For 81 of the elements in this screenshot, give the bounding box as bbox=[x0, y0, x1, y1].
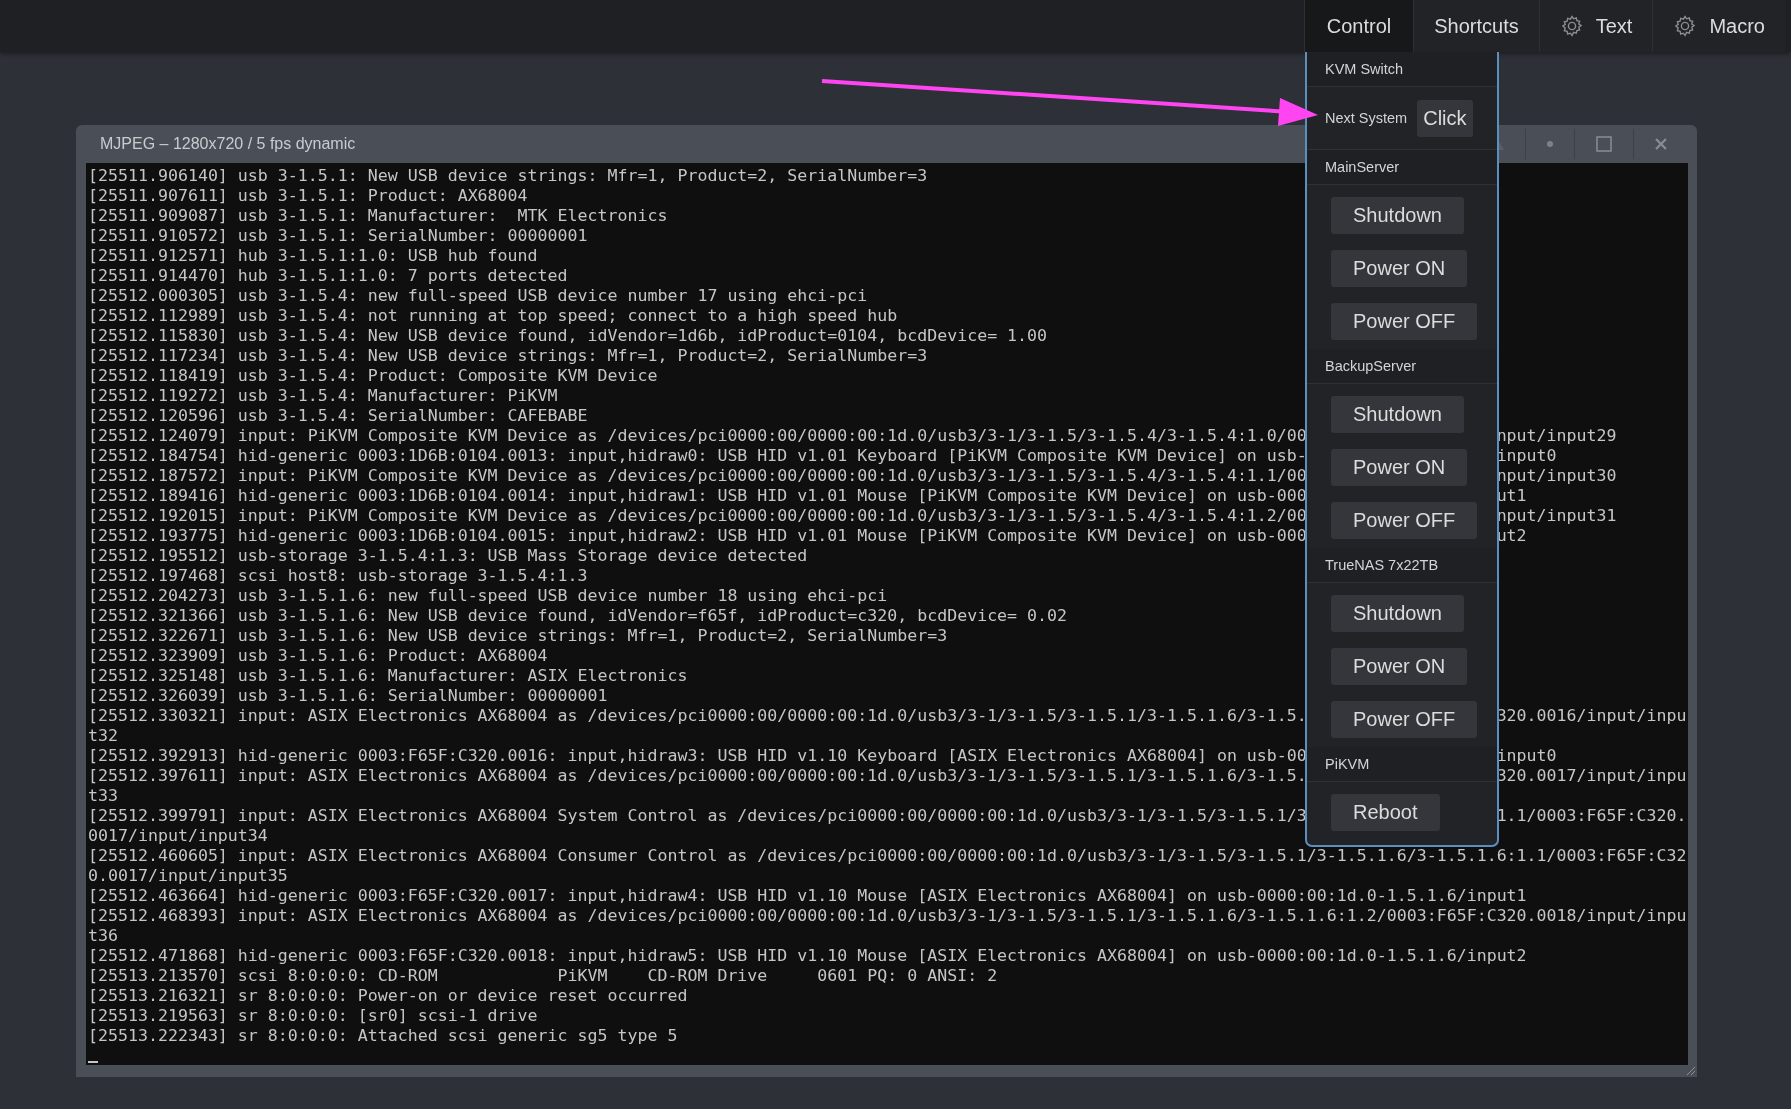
console-line: [25512.325148] usb 3-1.5.1.6: Manufacturer: ASIX Electronics bbox=[88, 666, 688, 686]
window-title: MJPEG – 1280x720 / 5 fps dynamic bbox=[99, 135, 356, 153]
close-icon[interactable] bbox=[1655, 138, 1667, 150]
console-line: [25512.000305] usb 3-1.5.4: new full-speed USB device number 17 using ehci-pci bbox=[88, 286, 868, 306]
console-line: [25512.117234] usb 3-1.5.4: New USB device strings: Mfr=1, Product=2, SerialNumber=3 bbox=[88, 346, 928, 366]
console-line: [25512.330321] input: ASIX Electronics AX68004 as /devices/pci0000:00/0000:00:1d.0/usb3/3-1/3-1.5/3-1.5.1/3-1.5.1.6/3-1.5. bbox=[88, 706, 1307, 726]
action-button[interactable]: Power OFF bbox=[1331, 303, 1478, 340]
console-line: [25511.906140] usb 3-1.5.1: New USB device strings: Mfr=1, Product=2, SerialNumber=3 bbox=[88, 166, 928, 186]
console-line: [25513.219563] sr 8:0:0:0: [sr0] scsi-1 drive bbox=[88, 1006, 538, 1026]
console-line: t33 bbox=[88, 786, 118, 806]
settings-icon bbox=[1559, 14, 1584, 38]
settings-icon bbox=[1673, 14, 1698, 38]
console-line: input0 bbox=[1496, 446, 1557, 466]
action-button[interactable]: Power ON bbox=[1331, 449, 1468, 486]
console-line: input0 bbox=[1496, 746, 1557, 766]
console-line: [25511.909087] usb 3-1.5.1: Manufacturer: MTK Electronics bbox=[88, 206, 668, 226]
console-line: [25512.193775] hid-generic 0003:1D6B:0104.0015: input,hidraw2: USB HID v1.01 Mouse [PiKVM Composite KVM Device] on usb-000 bbox=[88, 526, 1307, 546]
console-line: 1.1/0003:F65F:C320. bbox=[1496, 806, 1687, 826]
section-title: BackupServer bbox=[1325, 358, 1417, 374]
console-line: [25512.192015] input: PiKVM Composite KVM Device as /devices/pci0000:00/0000:00:1d.0/usb3/3-1/3-1.5/3-1.5.4/3-1.5.4:1.2/00 bbox=[88, 506, 1307, 526]
console-line: [25512.321366] usb 3-1.5.1.6: New USB device found, idVendor=f65f, idProduct=c320, bcdDevice= 0.02 bbox=[88, 606, 1068, 626]
console-line: nput/input30 bbox=[1496, 466, 1617, 486]
console-line: [25512.118419] usb 3-1.5.4: Product: Composite KVM Device bbox=[88, 366, 658, 386]
console-line: [25511.910572] usb 3-1.5.1: SerialNumber: 00000001 bbox=[88, 226, 588, 246]
maximize-icon[interactable] bbox=[1596, 136, 1612, 152]
console-line: 0017/input/input34 bbox=[88, 826, 268, 846]
menu-tab[interactable]: Control bbox=[1303, 0, 1414, 52]
console-line: [25512.189416] hid-generic 0003:1D6B:0104.0014: input,hidraw1: USB HID v1.01 Mouse [PiKVM Composite KVM Device] on usb-000 bbox=[88, 486, 1307, 506]
menu-tab[interactable]: Text bbox=[1538, 0, 1653, 52]
console-line: [25512.112989] usb 3-1.5.4: not running at top speed; connect to a high speed hub bbox=[88, 306, 898, 326]
action-button[interactable]: Power ON bbox=[1331, 648, 1468, 685]
console-line: [25513.222343] sr 8:0:0:0: Attached scsi generic sg5 type 5 bbox=[88, 1026, 678, 1046]
console-line: 0.0017/input/input35 bbox=[88, 866, 288, 886]
console-line: [25512.204273] usb 3-1.5.1.6: new full-speed USB device number 18 using ehci-pci bbox=[88, 586, 888, 606]
console-line: t36 bbox=[88, 926, 118, 946]
console-line: [25511.907611] usb 3-1.5.1: Product: AX68004 bbox=[88, 186, 528, 206]
action-button[interactable]: Power OFF bbox=[1331, 502, 1478, 539]
click-button[interactable]: Click bbox=[1417, 99, 1473, 137]
console-line: [25512.392913] hid-generic 0003:F65F:C320.0016: input,hidraw3: USB HID v1.10 Keyboard [ASIX Electronics AX68004] on usb-00 bbox=[88, 746, 1307, 766]
console-line: [25512.195512] usb-storage 3-1.5.4:1.3: USB Mass Storage device detected bbox=[88, 546, 808, 566]
action-button[interactable]: Shutdown bbox=[1331, 595, 1464, 632]
section-title: TrueNAS 7x22TB bbox=[1325, 557, 1439, 573]
console-line: nput/input31 bbox=[1496, 506, 1617, 526]
console-line: t32 bbox=[88, 726, 118, 746]
console-line: [25512.471868] hid-generic 0003:F65F:C320.0018: input,hidraw5: USB HID v1.10 Mouse [ASIX Electronics AX68004] on usb-0000:00:1d.0-1.5.1.6/input2 bbox=[88, 946, 1527, 966]
section-title: PiKVM bbox=[1325, 756, 1370, 772]
console-line: nput/input29 bbox=[1496, 426, 1617, 446]
menu-tab[interactable]: Shortcuts bbox=[1413, 0, 1539, 52]
console-line: 320.0016/input/inpu bbox=[1496, 706, 1687, 726]
console-line: [25511.914470] hub 3-1.5.1:1.0: 7 ports detected bbox=[88, 266, 568, 286]
section-title: MainServer bbox=[1325, 159, 1400, 175]
console-line: [25513.216321] sr 8:0:0:0: Power-on or device reset occurred bbox=[88, 986, 688, 1006]
resize-grip-icon[interactable] bbox=[1686, 1066, 1696, 1076]
console-line: [25512.184754] hid-generic 0003:1D6B:0104.0013: input,hidraw0: USB HID v1.01 Keyboard [PiKVM Composite KVM Device] on usb- bbox=[88, 446, 1307, 466]
menu-tab[interactable]: Macro bbox=[1652, 0, 1785, 52]
row-label: Next System bbox=[1325, 110, 1408, 126]
console-line: [25512.460605] input: ASIX Electronics AX68004 Consumer Control as /devices/pci0000:00/0000:00:1d.0/usb3/3-1/3-1.5/3-1.5.1/3-1.5.1.6/3-1.5.1.6:1.1/0003:F65F:C32 bbox=[88, 846, 1687, 866]
section-title: KVM Switch bbox=[1325, 61, 1404, 77]
console-line: [25512.120596] usb 3-1.5.4: SerialNumber: CAFEBABE bbox=[88, 406, 588, 426]
text-cursor bbox=[88, 1061, 98, 1063]
action-button[interactable]: Shutdown bbox=[1331, 396, 1464, 433]
console-line: [25512.399791] input: ASIX Electronics AX68004 System Control as /devices/pci0000:00/0000:00:1d.0/usb3/3-1/3-1.5/3-1.5.1/3 bbox=[88, 806, 1307, 826]
console-line: [25513.213570] scsi 8:0:0:0: CD-ROM PiKVM CD-ROM Drive 0601 PQ: 0 ANSI: 2 bbox=[88, 966, 998, 986]
console-line: [25512.187572] input: PiKVM Composite KVM Device as /devices/pci0000:00/0000:00:1d.0/usb3/3-1/3-1.5/3-1.5.4/3-1.5.4:1.1/00 bbox=[88, 466, 1307, 486]
action-button[interactable]: Power OFF bbox=[1331, 701, 1478, 738]
action-button[interactable]: Reboot bbox=[1331, 794, 1440, 831]
console-line: [25512.397611] input: ASIX Electronics AX68004 as /devices/pci0000:00/0000:00:1d.0/usb3/3-1/3-1.5/3-1.5.1/3-1.5.1.6/3-1.5. bbox=[88, 766, 1307, 786]
console-line: [25512.463664] hid-generic 0003:F65F:C320.0017: input,hidraw4: USB HID v1.10 Mouse [ASIX Electronics AX68004] on usb-0000:00:1d.0-1.5.1.6/input1 bbox=[88, 886, 1527, 906]
console-line: [25511.912571] hub 3-1.5.1:1.0: USB hub found bbox=[88, 246, 538, 266]
console-line: 320.0017/input/inpu bbox=[1496, 766, 1687, 786]
action-button[interactable]: Power ON bbox=[1331, 250, 1468, 287]
console-line: [25512.197468] scsi host8: usb-storage 3-1.5.4:1.3 bbox=[88, 566, 588, 586]
console-line: [25512.322671] usb 3-1.5.1.6: New USB device strings: Mfr=1, Product=2, SerialNumber=3 bbox=[88, 626, 948, 646]
dot-icon[interactable] bbox=[1547, 141, 1553, 147]
console-line: [25512.326039] usb 3-1.5.1.6: SerialNumber: 00000001 bbox=[88, 686, 608, 706]
action-button[interactable]: Shutdown bbox=[1331, 197, 1464, 234]
console-line: [25512.119272] usb 3-1.5.4: Manufacturer: PiKVM bbox=[88, 386, 558, 406]
console-line: [25512.115830] usb 3-1.5.4: New USB device found, idVendor=1d6b, idProduct=0104, bcdDevice= 1.00 bbox=[88, 326, 1048, 346]
console-line: [25512.323909] usb 3-1.5.1.6: Product: AX68004 bbox=[88, 646, 548, 666]
console-line: [25512.124079] input: PiKVM Composite KVM Device as /devices/pci0000:00/0000:00:1d.0/usb3/3-1/3-1.5/3-1.5.4/3-1.5.4:1.0/00 bbox=[88, 426, 1307, 446]
console-line: [25512.468393] input: ASIX Electronics AX68004 as /devices/pci0000:00/0000:00:1d.0/usb3/3-1/3-1.5/3-1.5.1/3-1.5.1.6/3-1.5.1.6:1.2/0003:F65F:C320.0018/input/inpu bbox=[88, 906, 1687, 926]
